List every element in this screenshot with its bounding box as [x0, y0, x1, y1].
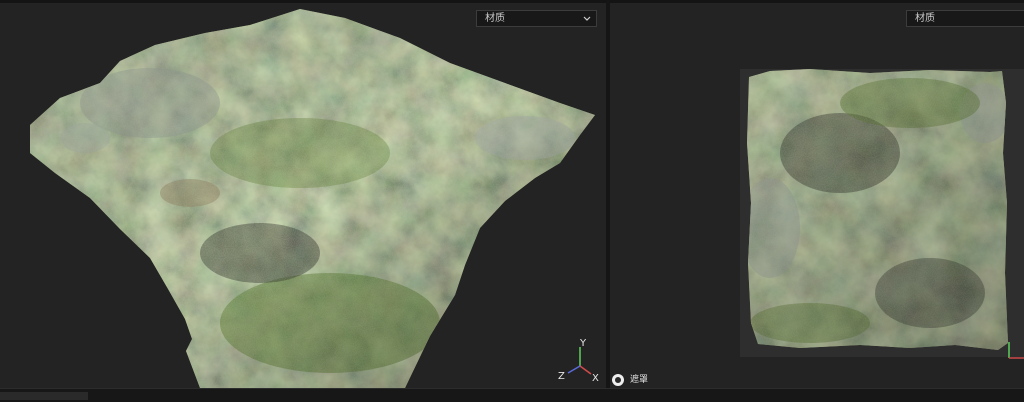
axis-gizmo-2d [1000, 336, 1024, 388]
material-dropdown-value: 材质 [915, 13, 935, 24]
axis-gizmo-icon: Y Z X [558, 338, 599, 384]
material-dropdown-2d[interactable]: 材质 [906, 10, 1024, 27]
axis-gizmo-icon [1008, 342, 1024, 359]
y-axis-label: Y [579, 338, 587, 349]
axis-gizmo: Y Z X [550, 335, 604, 385]
bottom-status-bar [0, 388, 1024, 402]
mask-legend-label: 遮罩 [630, 375, 649, 385]
viewport-2d[interactable]: 材质 遮罩 [610, 3, 1024, 388]
mask-radio-icon[interactable] [612, 374, 624, 386]
status-segment [0, 392, 88, 400]
terrain-3d-mesh[interactable] [0, 3, 606, 388]
chevron-down-icon [583, 16, 591, 21]
z-axis-label: Z [558, 371, 565, 382]
x-axis-line [579, 365, 592, 375]
material-dropdown[interactable]: 材质 [476, 10, 597, 27]
viewport-3d[interactable]: 材质 Y Z X [0, 3, 606, 388]
material-dropdown-value: 材质 [485, 13, 505, 24]
x-axis-label: X [592, 373, 599, 384]
texture-2d-preview[interactable] [610, 3, 1024, 388]
z-axis-line [567, 365, 581, 374]
